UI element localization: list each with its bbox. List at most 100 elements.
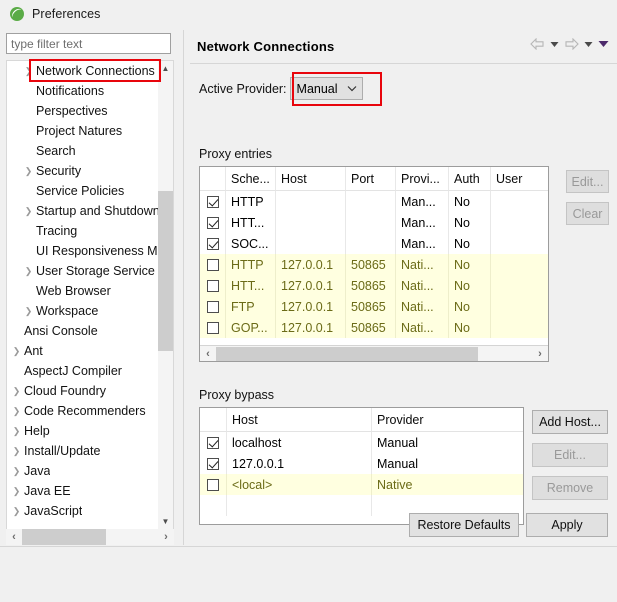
sidebar-item-help[interactable]: ❯ Help xyxy=(7,421,159,441)
sidebar-item-service-policies[interactable]: ❯Service Policies xyxy=(7,181,159,201)
filter-box[interactable] xyxy=(6,33,171,54)
table-row[interactable]: 127.0.0.1 Manual xyxy=(200,453,523,474)
chevron-right-icon[interactable]: ❯ xyxy=(9,406,24,416)
proxy-entries-scroll-thumb[interactable] xyxy=(216,347,478,361)
add-host-button[interactable]: Add Host... xyxy=(532,410,608,434)
search-input[interactable] xyxy=(7,34,170,53)
sidebar-item-search[interactable]: ❯Search xyxy=(7,141,159,161)
tree-horizontal-scroll-thumb[interactable] xyxy=(22,529,106,545)
back-arrow-icon[interactable] xyxy=(530,38,545,50)
table-row[interactable]: <local> Native xyxy=(200,474,523,495)
forward-menu-chevron-down-icon[interactable] xyxy=(584,41,593,48)
table-row[interactable]: GOP... 127.0.0.1 50865 Nati... No xyxy=(200,317,548,338)
chevron-right-icon[interactable]: ❯ xyxy=(9,346,24,356)
edit-host-button[interactable]: Edit... xyxy=(532,443,608,467)
checkbox-checked-icon[interactable] xyxy=(207,457,219,470)
tree-vertical-scrollbar[interactable]: ▲ ▼ xyxy=(158,61,173,529)
chevron-right-icon[interactable]: ❯ xyxy=(9,426,24,436)
column-header[interactable] xyxy=(200,408,227,432)
sidebar-item-security[interactable]: ❯ Security xyxy=(7,161,159,181)
remove-host-button[interactable]: Remove xyxy=(532,476,608,500)
restore-defaults-button[interactable]: Restore Defaults xyxy=(409,513,519,537)
sidebar-item-java-ee[interactable]: ❯ Java EE xyxy=(7,481,159,501)
sidebar-item-cloud-foundry[interactable]: ❯ Cloud Foundry xyxy=(7,381,159,401)
table-row[interactable]: HTTP Man... No xyxy=(200,191,548,212)
tree-horizontal-scrollbar[interactable]: ‹ › xyxy=(6,529,174,545)
sidebar-item-javascript[interactable]: ❯ JavaScript xyxy=(7,501,159,521)
table-row[interactable]: localhost Manual xyxy=(200,432,523,453)
chevron-right-icon[interactable]: ❯ xyxy=(21,306,36,316)
chevron-right-icon[interactable]: ❯ xyxy=(21,206,36,216)
sidebar-item-project-natures[interactable]: ❯Project Natures xyxy=(7,121,159,141)
sidebar-item-ui-responsiveness-monitoring[interactable]: ❯UI Responsiveness Monitoring xyxy=(7,241,159,261)
sidebar-item-web-browser[interactable]: ❯Web Browser xyxy=(7,281,159,301)
scroll-up-icon[interactable]: ▲ xyxy=(158,61,173,76)
edit-entry-button[interactable]: Edit... xyxy=(566,170,609,193)
column-header[interactable]: Port xyxy=(346,167,396,191)
clear-entry-button[interactable]: Clear xyxy=(566,202,609,225)
sidebar-item-perspectives[interactable]: ❯Perspectives xyxy=(7,101,159,121)
sidebar-item-notifications[interactable]: ❯Notifications xyxy=(7,81,159,101)
row-checkbox-cell[interactable] xyxy=(200,453,227,474)
checkbox-checked-icon[interactable] xyxy=(206,237,219,250)
checkbox-unchecked-icon[interactable] xyxy=(207,478,219,491)
proxy-entries-table[interactable]: Sche... Host Port Provi... Auth User HTTP Man..… xyxy=(199,166,549,362)
chevron-right-icon[interactable]: ❯ xyxy=(21,166,36,176)
sidebar-item-ant[interactable]: ❯ Ant xyxy=(7,341,159,361)
row-checkbox-cell[interactable] xyxy=(200,233,226,254)
row-checkbox-cell[interactable] xyxy=(200,317,226,338)
checkbox-checked-icon[interactable] xyxy=(206,195,219,208)
sidebar-item-workspace[interactable]: ❯ Workspace xyxy=(7,301,159,321)
back-menu-chevron-down-icon[interactable] xyxy=(550,41,559,48)
chevron-right-icon[interactable]: ❯ xyxy=(9,466,24,476)
table-row[interactable]: HTTP 127.0.0.1 50865 Nati... No xyxy=(200,254,548,275)
column-header[interactable] xyxy=(200,167,226,191)
row-checkbox-cell[interactable] xyxy=(200,191,226,212)
scroll-left-icon[interactable]: ‹ xyxy=(6,529,22,545)
row-checkbox-cell[interactable] xyxy=(200,212,226,233)
chevron-right-icon[interactable]: ❯ xyxy=(21,266,36,276)
scroll-down-icon[interactable]: ▼ xyxy=(158,514,173,529)
checkbox-unchecked-icon[interactable] xyxy=(206,279,219,292)
checkbox-unchecked-icon[interactable] xyxy=(206,300,219,313)
row-checkbox-cell[interactable] xyxy=(200,432,227,453)
sidebar-item-code-recommenders[interactable]: ❯ Code Recommenders xyxy=(7,401,159,421)
sidebar-item-startup-and-shutdown[interactable]: ❯ Startup and Shutdown xyxy=(7,201,159,221)
forward-arrow-icon[interactable] xyxy=(564,38,579,50)
active-provider-select[interactable]: Manual xyxy=(289,77,363,100)
checkbox-checked-icon[interactable] xyxy=(207,436,219,449)
checkbox-unchecked-icon[interactable] xyxy=(206,321,219,334)
column-header[interactable]: User xyxy=(491,167,548,191)
row-checkbox-cell[interactable] xyxy=(200,275,226,296)
apply-button[interactable]: Apply xyxy=(526,513,608,537)
table-row[interactable]: FTP 127.0.0.1 50865 Nati... No xyxy=(200,296,548,317)
chevron-right-icon[interactable]: ❯ xyxy=(21,66,36,76)
column-header[interactable]: Host xyxy=(227,408,372,432)
sidebar-item-ansi-console[interactable]: ❯Ansi Console xyxy=(7,321,159,341)
row-checkbox-cell[interactable] xyxy=(200,296,226,317)
scroll-left-icon[interactable]: ‹ xyxy=(200,346,216,361)
chevron-right-icon[interactable]: ❯ xyxy=(9,386,24,396)
column-header[interactable]: Auth xyxy=(449,167,491,191)
sidebar-item-aspectj-compiler[interactable]: ❯AspectJ Compiler xyxy=(7,361,159,381)
sidebar-item-user-storage-service[interactable]: ❯ User Storage Service xyxy=(7,261,159,281)
column-header[interactable]: Host xyxy=(276,167,346,191)
table-row[interactable]: SOC... Man... No xyxy=(200,233,548,254)
chevron-right-icon[interactable]: ❯ xyxy=(9,506,24,516)
column-header[interactable]: Provider xyxy=(372,408,523,432)
sidebar-item-network-connections[interactable]: ❯ Network Connections xyxy=(7,61,159,81)
checkbox-unchecked-icon[interactable] xyxy=(206,258,219,271)
row-checkbox-cell[interactable] xyxy=(200,474,227,495)
column-header[interactable]: Provi... xyxy=(396,167,449,191)
chevron-right-icon[interactable]: ❯ xyxy=(9,486,24,496)
chevron-right-icon[interactable]: ❯ xyxy=(9,446,24,456)
preferences-tree[interactable]: ❯Network Connections❯Notifications❯Persp… xyxy=(6,60,174,530)
table-row[interactable]: HTT... Man... No xyxy=(200,212,548,233)
proxy-entries-horizontal-scrollbar[interactable]: ‹ › xyxy=(200,345,548,361)
row-checkbox-cell[interactable] xyxy=(200,254,226,275)
column-header[interactable]: Sche... xyxy=(226,167,276,191)
sidebar-item-install-update[interactable]: ❯ Install/Update xyxy=(7,441,159,461)
sidebar-item-tracing[interactable]: ❯Tracing xyxy=(7,221,159,241)
panel-menu-chevron-down-filled-icon[interactable] xyxy=(598,40,609,48)
sidebar-item-java[interactable]: ❯ Java xyxy=(7,461,159,481)
